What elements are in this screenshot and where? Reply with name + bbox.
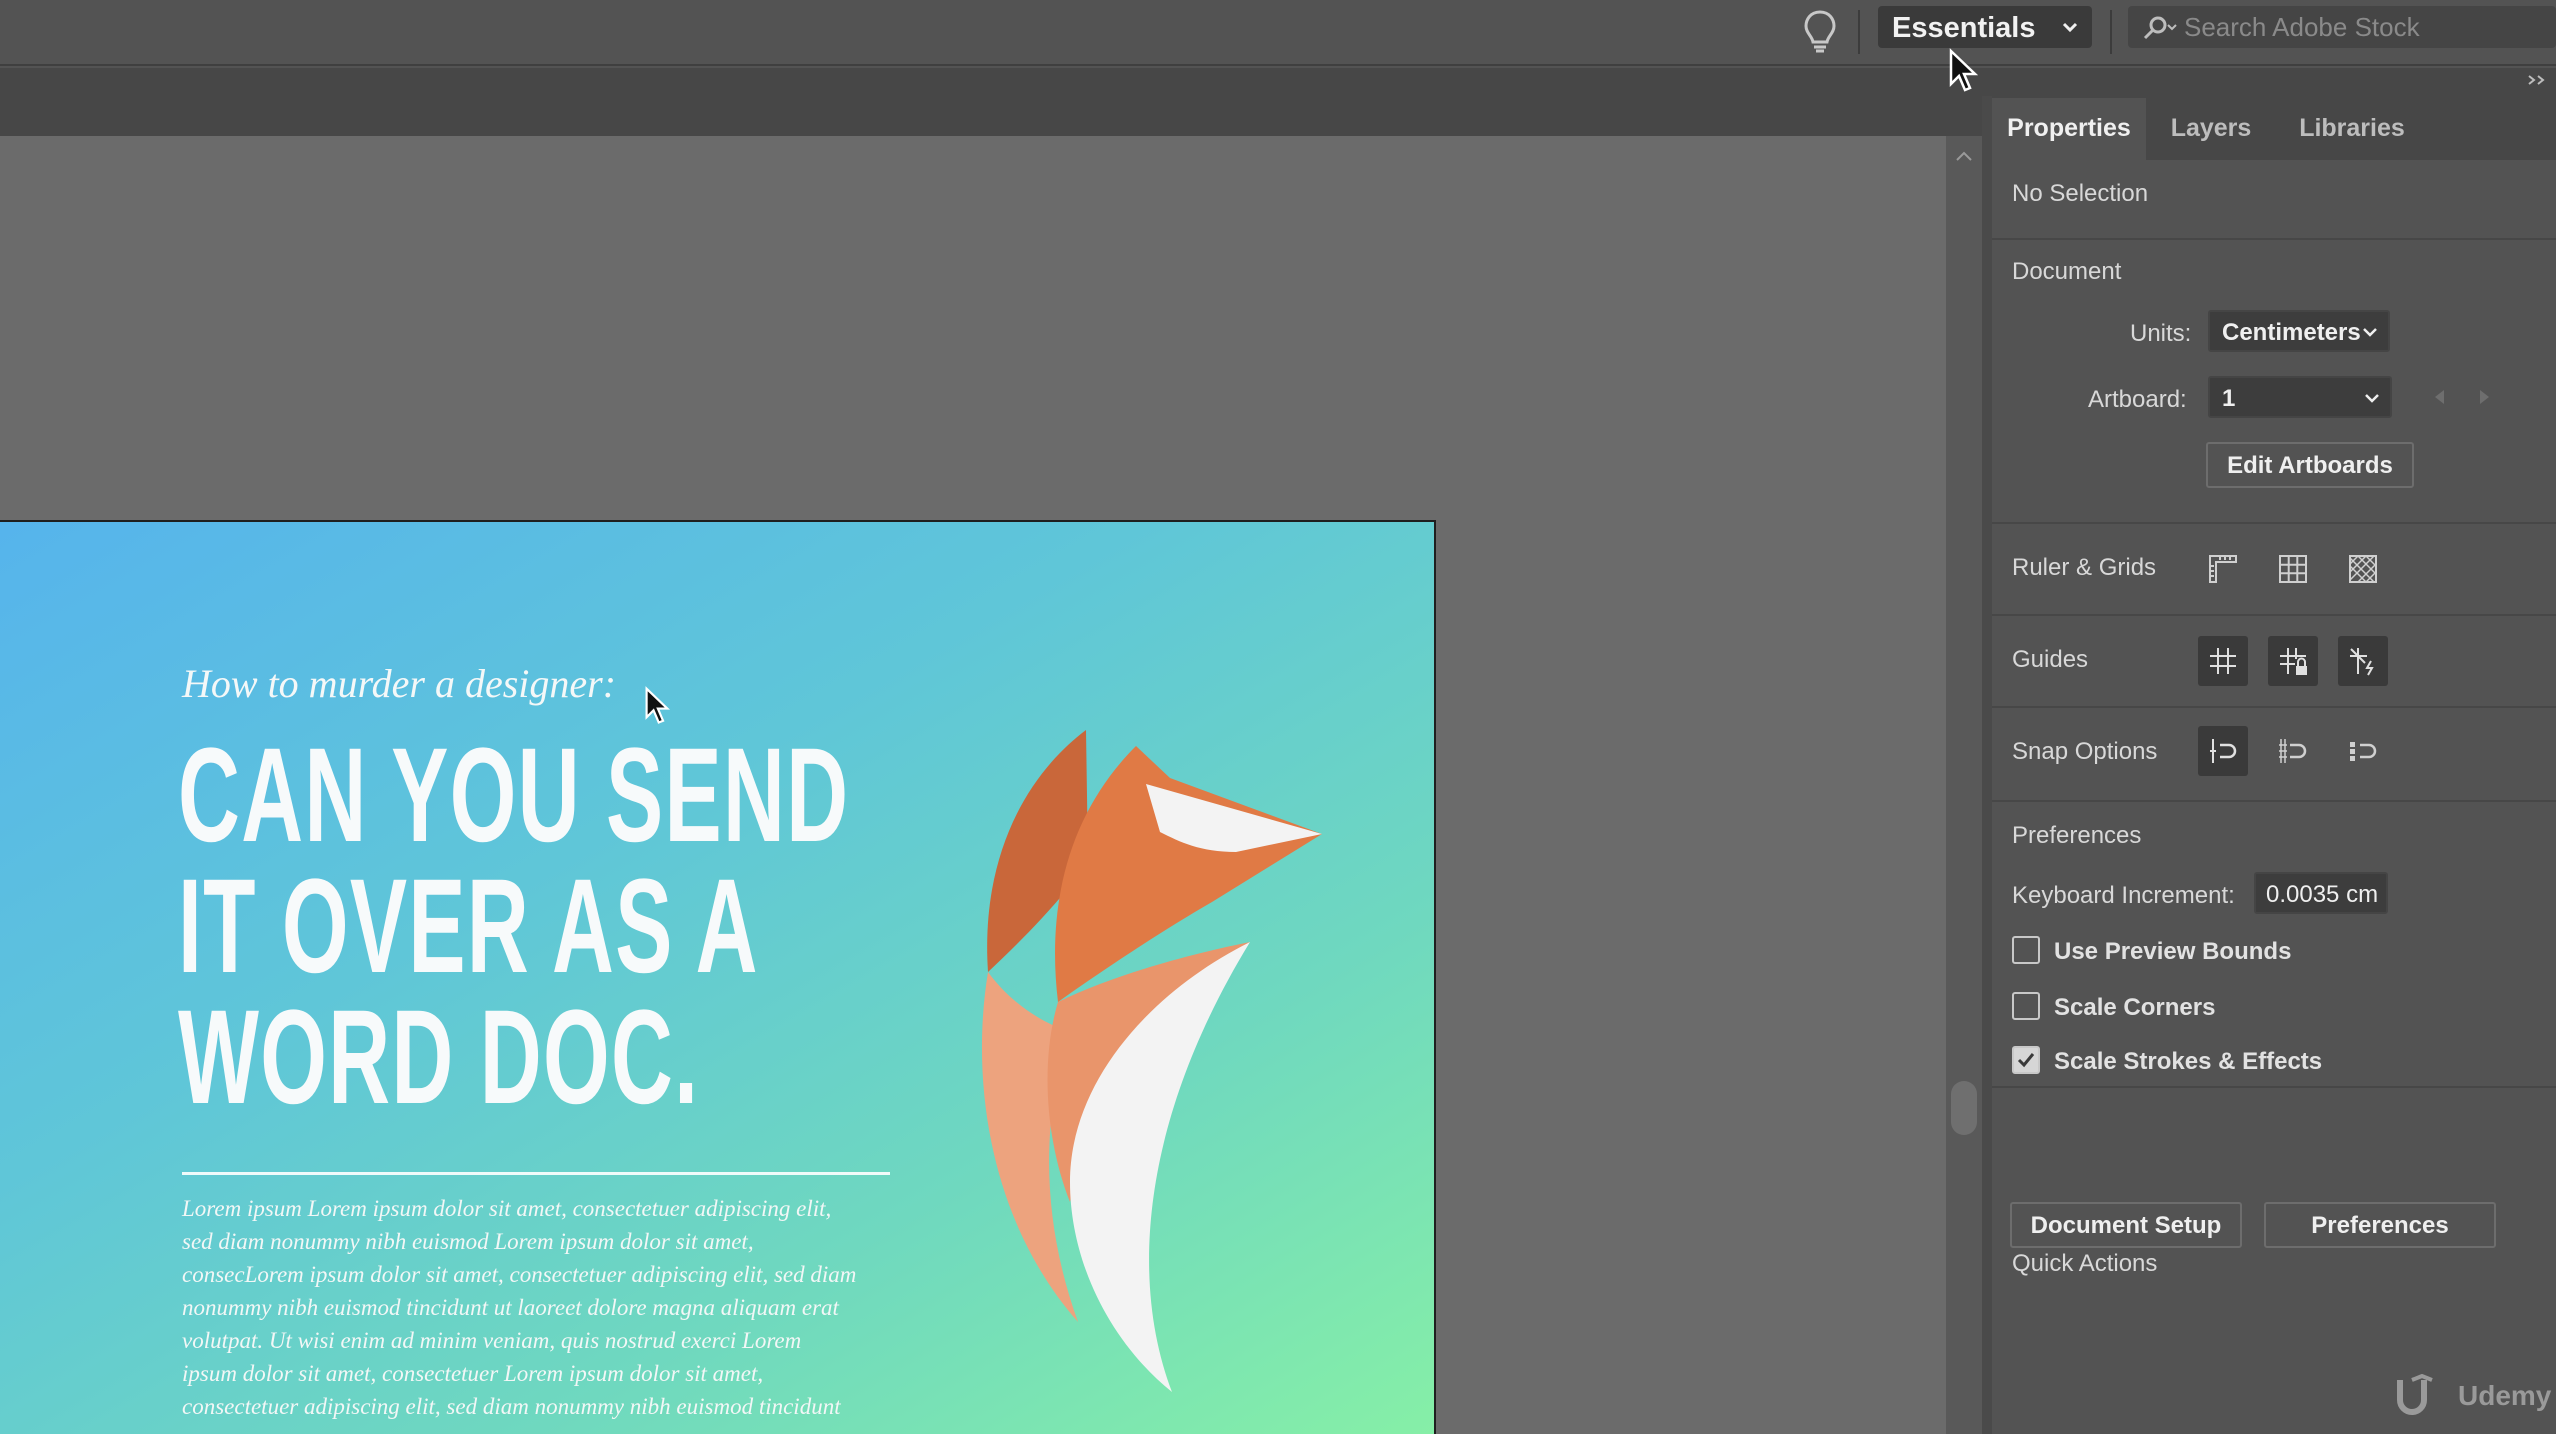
watermark-text: Udemy	[2458, 1380, 2552, 1411]
scale-strokes-effects-label: Scale Strokes & Effects	[2054, 1048, 2323, 1075]
toolbar-divider	[1858, 10, 1860, 54]
keyboard-increment-label: Keyboard Increment:	[2012, 882, 2235, 909]
selection-status: No Selection	[2012, 180, 2149, 207]
properties-panel: Properties Layers Libraries No Selection…	[1992, 98, 2556, 1434]
artboard-body-text: Lorem ipsum Lorem ipsum dolor sit amet, …	[182, 1192, 892, 1423]
artboard-label: Artboard:	[2088, 386, 2187, 413]
vertical-scrollbar[interactable]	[1946, 136, 1982, 1434]
toolbar-divider	[2110, 10, 2112, 54]
ruler-grids-section: Ruler & Grids	[1992, 524, 2556, 616]
guides-section: Guides	[1992, 616, 2556, 708]
transparency-grid-toggle[interactable]	[2338, 544, 2388, 594]
snap-options-heading: Snap Options	[2012, 738, 2158, 765]
chevron-down-icon	[2363, 328, 2377, 337]
body-line: ipsum dolor sit amet, consectetuer Lorem…	[182, 1361, 764, 1386]
preferences-button[interactable]: Preferences	[2264, 1202, 2496, 1248]
snap-to-pixel-icon	[2350, 742, 2377, 761]
artboard[interactable]: How to murder a designer: CAN YOU SEND I…	[0, 520, 1436, 1434]
mouse-cursor-icon	[1949, 48, 1978, 92]
edit-artboards-button[interactable]: Edit Artboards	[2206, 442, 2414, 488]
body-line: Lorem ipsum Lorem ipsum dolor sit amet, …	[182, 1196, 832, 1221]
headline-line: WORD DOC.	[178, 983, 700, 1132]
snap-to-point-icon	[2210, 739, 2237, 763]
document-setup-button[interactable]: Document Setup	[2010, 1202, 2242, 1248]
body-line: consectetuer adipiscing elit, sed diam n…	[182, 1394, 841, 1419]
tab-layers[interactable]: Layers	[2146, 98, 2276, 160]
panel-tabs: Properties Layers Libraries	[1992, 98, 2556, 160]
snap-options-section: Snap Options	[1992, 708, 2556, 802]
control-bar	[0, 68, 1990, 136]
workspace-switcher[interactable]: Essentials	[1878, 6, 2092, 48]
scale-corners-label: Scale Corners	[2054, 994, 2216, 1021]
preferences-heading: Preferences	[2012, 822, 2142, 849]
previous-artboard-icon[interactable]	[2432, 388, 2446, 406]
smart-guides-toggle[interactable]	[2338, 636, 2388, 686]
show-guides-toggle[interactable]	[2198, 636, 2248, 686]
scrollbar-thumb[interactable]	[1951, 1081, 1977, 1135]
tab-properties[interactable]: Properties	[1992, 98, 2146, 160]
headline-line: CAN YOU SEND	[178, 721, 850, 870]
panel-gutter	[1982, 96, 1992, 1434]
lock-guides-toggle[interactable]	[2268, 636, 2318, 686]
artboard-headline: CAN YOU SEND IT OVER AS A WORD DOC.	[178, 721, 850, 1132]
snap-to-pixel-toggle[interactable]	[2338, 726, 2388, 776]
guides-icon	[2210, 648, 2236, 674]
body-line: consecLorem ipsum dolor sit amet, consec…	[182, 1262, 857, 1287]
lightbulb-icon[interactable]	[1800, 8, 1840, 54]
mouse-cursor-icon	[645, 686, 670, 724]
transparency-grid-icon	[2349, 555, 2377, 583]
scroll-up-icon[interactable]	[1955, 150, 1973, 162]
artboard-kicker-text: How to murder a designer:	[182, 661, 617, 706]
lock-guides-icon	[2280, 648, 2307, 675]
scale-strokes-effects-checkbox[interactable]	[2012, 1046, 2040, 1074]
units-dropdown[interactable]: Centimeters	[2208, 310, 2390, 352]
scale-corners-checkbox[interactable]	[2012, 992, 2040, 1020]
headline-line: IT OVER AS A	[178, 852, 759, 1001]
adobe-stock-search[interactable]	[2128, 6, 2556, 48]
next-artboard-icon[interactable]	[2478, 388, 2492, 406]
rulers-icon	[2209, 555, 2237, 583]
grid-icon	[2279, 555, 2307, 583]
grid-toggle[interactable]	[2268, 544, 2318, 594]
ruler-grids-heading: Ruler & Grids	[2012, 554, 2157, 581]
rulers-toggle[interactable]	[2198, 544, 2248, 594]
units-value: Centimeters	[2222, 319, 2361, 346]
units-label: Units:	[2130, 320, 2192, 347]
body-line: sed diam nonummy nibh euismod Lorem ipsu…	[182, 1229, 754, 1254]
document-section: Document Units: Centimeters Artboard: 1 …	[1992, 240, 2556, 524]
use-preview-bounds-checkbox[interactable]	[2012, 936, 2040, 964]
body-line: nonummy nibh euismod tincidunt ut laoree…	[182, 1295, 839, 1320]
chevron-down-icon	[2365, 394, 2379, 403]
udemy-watermark: Udemy	[2390, 1370, 2556, 1420]
artboard-dropdown[interactable]: 1	[2208, 376, 2392, 418]
selection-section: No Selection	[1992, 160, 2556, 240]
search-icon	[2143, 16, 2177, 40]
keyboard-increment-field[interactable]: 0.0035 cm	[2254, 872, 2388, 914]
snap-to-point-toggle[interactable]	[2198, 726, 2248, 776]
chevron-down-icon	[2062, 22, 2078, 33]
workspace-label: Essentials	[1892, 12, 2036, 44]
checkmark-icon	[2017, 1053, 2035, 1068]
fox-illustration	[981, 730, 1322, 1392]
smart-guides-icon	[2350, 648, 2374, 676]
snap-to-grid-toggle[interactable]	[2268, 726, 2318, 776]
use-preview-bounds-label: Use Preview Bounds	[2054, 938, 2292, 965]
udemy-logo-icon	[2397, 1374, 2433, 1415]
collapse-panels-icon[interactable]	[2526, 70, 2548, 90]
body-line: volutpat. Ut wisi enim ad minim veniam, …	[182, 1328, 802, 1353]
artboard-value: 1	[2222, 385, 2236, 412]
application-bar: Essentials	[0, 0, 2556, 66]
preferences-section: Preferences Keyboard Increment: 0.0035 c…	[1992, 802, 2556, 1088]
tab-libraries[interactable]: Libraries	[2276, 98, 2428, 160]
search-input[interactable]	[2184, 10, 2544, 44]
document-heading: Document	[2012, 258, 2122, 285]
quick-actions-heading: Quick Actions	[2012, 1250, 2158, 1277]
panel-dock-header	[1990, 68, 2556, 98]
artboard-rule	[182, 1172, 890, 1175]
guides-heading: Guides	[2012, 646, 2089, 673]
snap-to-grid-icon	[2279, 739, 2307, 763]
